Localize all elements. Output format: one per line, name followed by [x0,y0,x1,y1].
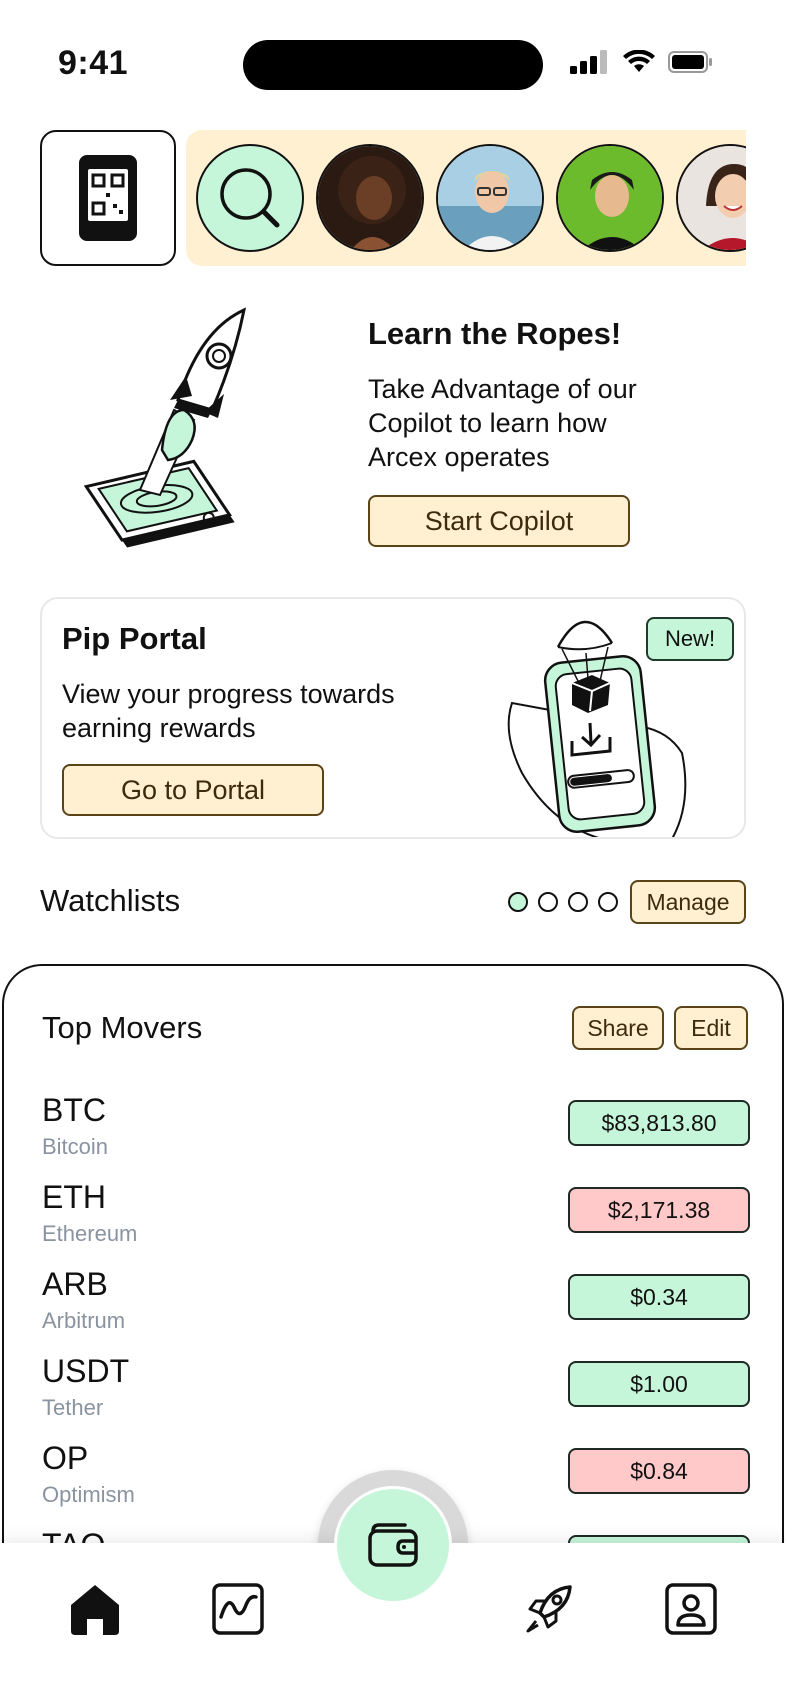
status-bar: 9:41 [0,0,786,130]
asset-symbol: BTC [42,1092,106,1128]
story-search-button[interactable] [196,144,304,252]
pip-title: Pip Portal [62,621,207,656]
nav-rocket[interactable] [518,1579,578,1639]
price-badge: $0.34 [568,1274,750,1320]
wifi-icon [623,50,655,72]
story-avatar[interactable] [556,144,664,252]
wallet-button[interactable] [334,1486,452,1604]
home-icon [71,1585,119,1635]
story-avatar[interactable] [676,144,746,252]
nav-home[interactable] [65,1579,125,1639]
pip-description: View your progress towards earning rewar… [62,679,395,743]
list-item[interactable]: ETH Ethereum $2,171.38 [42,1179,750,1259]
avatar [438,146,542,250]
story-avatar[interactable] [316,144,424,252]
asset-name: Bitcoin [42,1134,109,1159]
avatar [318,146,422,250]
page-dot[interactable] [538,892,558,912]
story-avatar[interactable] [436,144,544,252]
status-icons [570,50,714,74]
page-dot[interactable] [598,892,618,912]
search-icon [220,168,280,228]
battery-icon [668,51,712,73]
avatar [678,146,746,250]
chart-icon [212,1583,264,1635]
asset-symbol: ETH [42,1179,106,1215]
asset-name: Arbitrum [42,1308,126,1333]
asset-name: Tether [42,1395,104,1420]
page-dot[interactable] [568,892,588,912]
rocket-icon [526,1585,572,1633]
price-badge: $1.00 [568,1361,750,1407]
asset-name: Ethereum [42,1221,138,1246]
qr-phone-icon [79,155,137,241]
new-badge: New! [646,617,734,661]
go-to-portal-button[interactable]: Go to Portal [62,764,324,816]
asset-symbol: ARB [42,1266,108,1302]
edit-button[interactable]: Edit [674,1006,748,1050]
qr-scan-button[interactable] [40,130,176,266]
start-copilot-button[interactable]: Start Copilot [368,495,630,547]
price-badge: $0.84 [568,1448,750,1494]
rocket-phone-illustration [83,307,247,548]
pip-portal-card: Pip Portal View your progress towards ea… [40,597,746,839]
list-item[interactable]: BTC Bitcoin $83,813.80 [42,1092,750,1172]
nav-profile[interactable] [661,1579,721,1639]
page-dot[interactable] [508,892,528,912]
watchlists-title: Watchlists [40,883,181,918]
dynamic-island [243,40,543,90]
list-item[interactable]: ARB Arbitrum $0.34 [42,1266,750,1346]
profile-icon [665,1583,717,1635]
avatar [558,146,662,250]
stories-carousel[interactable] [186,130,746,266]
status-time: 9:41 [58,44,129,82]
price-badge: $83,813.80 [568,1100,750,1146]
price-badge: $2,171.38 [568,1187,750,1233]
share-button[interactable]: Share [572,1006,664,1050]
asset-symbol: OP [42,1440,89,1476]
learn-title: Learn the Ropes! [368,316,622,351]
asset-name: Optimism [42,1482,135,1507]
list-item[interactable]: USDT Tether $1.00 [42,1353,750,1433]
manage-button[interactable]: Manage [630,880,746,924]
watchlist-page-dots[interactable] [508,892,618,912]
cellular-signal-icon [570,50,607,74]
asset-symbol: USDT [42,1353,130,1389]
top-movers-title: Top Movers [42,1010,203,1045]
wallet-icon [368,1523,418,1567]
learn-description: Take Advantage of our Copilot to learn h… [368,374,637,472]
nav-chart[interactable] [208,1579,268,1639]
